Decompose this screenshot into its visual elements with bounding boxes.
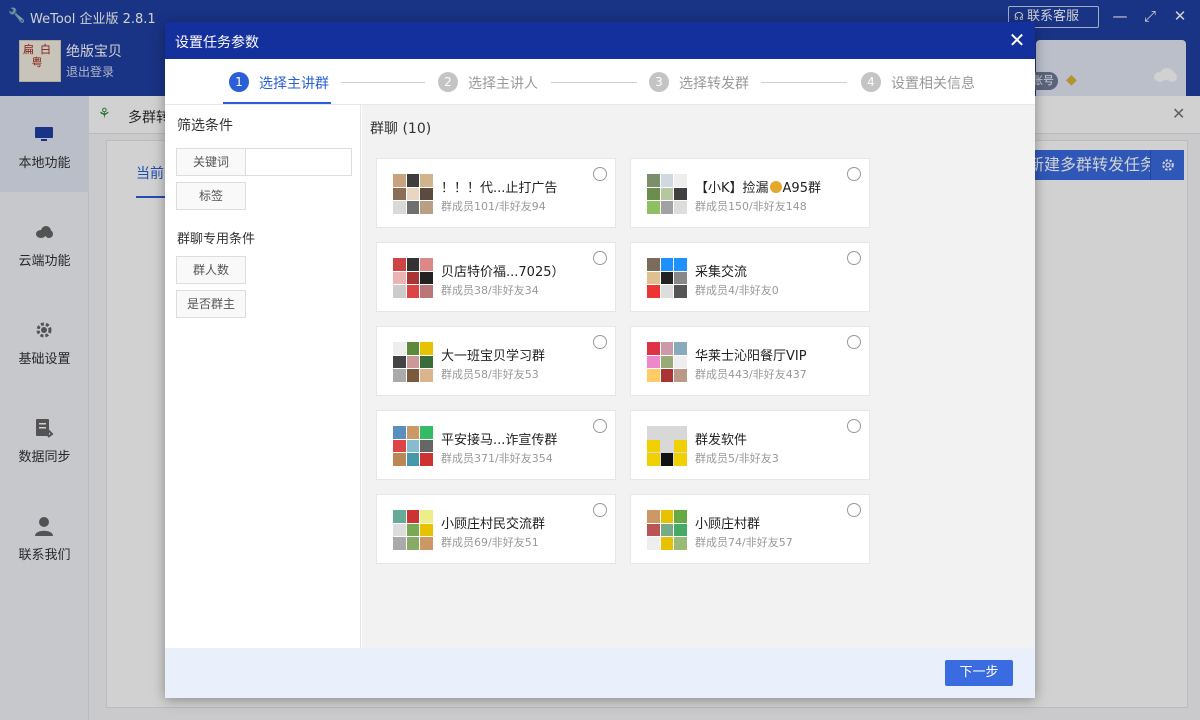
group-conditions-title: 群聊专用条件 [177,232,256,247]
keyword-input[interactable] [246,148,352,176]
group-members: 群成员4/非好友0 [695,284,779,297]
group-members: 群成员101/非好友94 [441,200,546,213]
group-avatar [393,426,433,466]
group-members: 群成员150/非好友148 [695,200,807,213]
group-avatar [647,342,687,382]
step-connector [551,82,637,83]
group-avatar [647,258,687,298]
group-members: 群成员69/非好友51 [441,536,539,549]
group-avatar [393,342,433,382]
dialog-header: 设置任务参数 ✕ [165,22,1035,59]
filter-panel: 筛选条件 关键词 标签 群聊专用条件 群人数 是否群主 [165,105,361,648]
group-card[interactable]: 采集交流 群成员4/非好友0 [630,242,870,312]
group-members: 群成员371/非好友354 [441,452,553,465]
group-card[interactable]: ！！！代...止打广告 群成员101/非好友94 [376,158,616,228]
group-list-area: 群聊 (10) ！！！代...止打广告 群成员101/非好友94 【小K】捡漏 A… [362,105,1035,648]
group-name: 【小K】捡漏 A95群 [695,181,821,196]
group-name: 贝店特价福...7025） [441,265,565,280]
is-owner-filter-button[interactable]: 是否群主 [176,290,246,318]
group-select-radio[interactable] [847,167,861,181]
group-select-radio[interactable] [847,503,861,517]
filter-title: 筛选条件 [177,118,233,134]
group-card[interactable]: 贝店特价福...7025） 群成员38/非好友34 [376,242,616,312]
step-connector [341,82,425,83]
member-count-filter-button[interactable]: 群人数 [176,256,246,284]
group-name: 群发软件 [695,433,748,448]
keyword-label: 关键词 [176,148,246,176]
group-card[interactable]: 华莱士沁阳餐厅VIP 群成员443/非好友437 [630,326,870,396]
group-select-radio[interactable] [593,167,607,181]
group-card[interactable]: 平安接马...诈宣传群 群成员371/非好友354 [376,410,616,480]
group-select-radio[interactable] [593,503,607,517]
group-name: 平安接马...诈宣传群 [441,433,558,448]
group-name: 小顾庄村民交流群 [441,517,546,532]
group-card[interactable]: 【小K】捡漏 A95群 群成员150/非好友148 [630,158,870,228]
group-select-radio[interactable] [847,419,861,433]
group-select-radio[interactable] [593,419,607,433]
group-name: 采集交流 [695,265,748,280]
group-select-radio[interactable] [847,335,861,349]
group-card[interactable]: 群发软件 群成员5/非好友3 [630,410,870,480]
group-select-radio[interactable] [593,335,607,349]
step-indicator: 1 选择主讲群 2 选择主讲人 3 选择转发群 4 设置相关信息 [165,59,1035,105]
group-avatar [393,510,433,550]
group-select-radio[interactable] [847,251,861,265]
group-avatar [393,258,433,298]
medal-icon [769,181,782,193]
group-name: 华莱士沁阳餐厅VIP [695,349,807,364]
group-card[interactable]: 小顾庄村民交流群 群成员69/非好友51 [376,494,616,564]
group-name: ！！！代...止打广告 [441,181,558,196]
group-avatar [647,174,687,214]
active-step-underline [223,102,331,104]
group-members: 群成员5/非好友3 [695,452,779,465]
task-settings-dialog: 设置任务参数 ✕ 1 选择主讲群 2 选择主讲人 3 选择转发群 4 设置相关信… [165,22,1035,698]
dialog-close-button[interactable]: ✕ [1005,28,1029,52]
group-members: 群成员443/非好友437 [695,368,807,381]
group-avatar [647,510,687,550]
group-members: 群成员74/非好友57 [695,536,793,549]
group-avatar [393,174,433,214]
dialog-title: 设置任务参数 [175,35,259,51]
step-connector [761,82,847,83]
group-name: 小顾庄村群 [695,517,761,532]
tag-filter-button[interactable]: 标签 [176,182,246,210]
group-avatar [647,426,687,466]
group-card[interactable]: 小顾庄村群 群成员74/非好友57 [630,494,870,564]
group-members: 群成员38/非好友34 [441,284,539,297]
group-select-radio[interactable] [593,251,607,265]
group-name: 大一班宝贝学习群 [441,349,546,364]
group-card[interactable]: 大一班宝贝学习群 群成员58/非好友53 [376,326,616,396]
dialog-footer: 下一步 [165,648,1035,698]
next-step-button[interactable]: 下一步 [945,660,1013,686]
group-count: 群聊 (10) [370,121,432,137]
group-members: 群成员58/非好友53 [441,368,539,381]
